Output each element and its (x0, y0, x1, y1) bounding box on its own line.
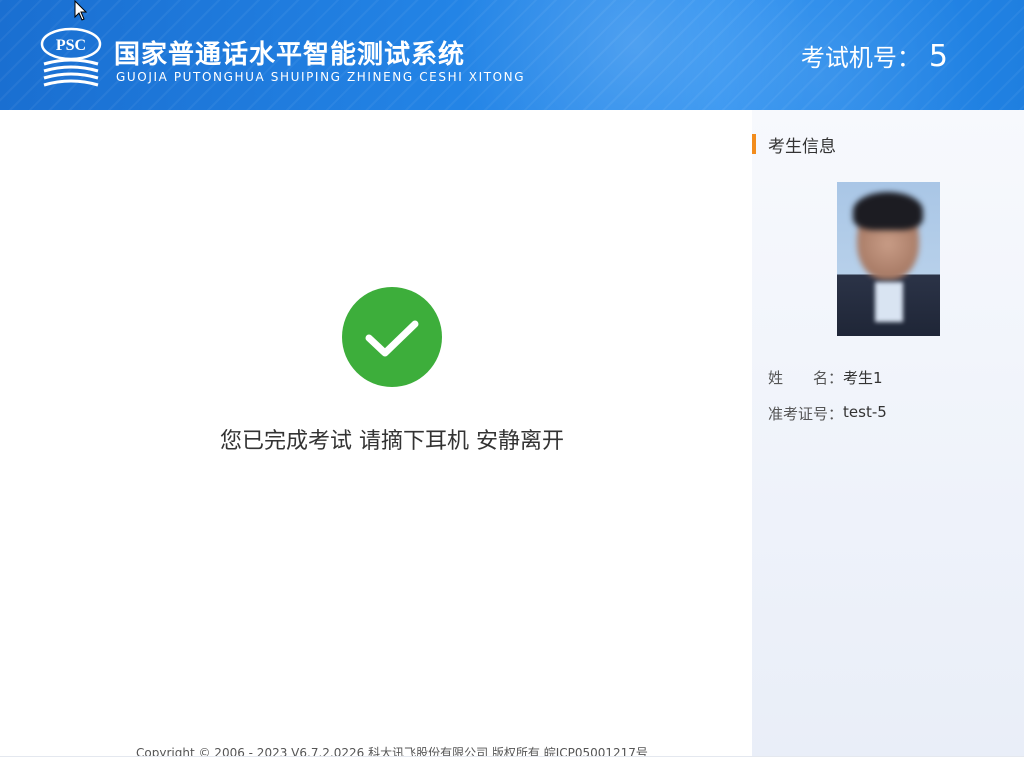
candidate-name-label: 姓 名： (768, 369, 844, 387)
candidate-name-row: 姓 名： 考生1 (768, 367, 883, 388)
success-badge (342, 287, 442, 387)
candidate-id-label: 准考证号： (768, 405, 844, 423)
header-banner: PSC 国家普通话水平智能测试系统 GUOJIA PUTONGHUA SHUIP… (0, 0, 1024, 110)
psc-logo-icon: PSC (40, 27, 102, 87)
window-bottom-edge (0, 756, 1024, 768)
mouse-cursor-icon (74, 0, 88, 21)
photo-hair (853, 192, 923, 230)
candidate-name-value: 考生1 (843, 369, 883, 387)
main-content: 您已完成考试 请摘下耳机 安静离开 Copyright © 2006 - 202… (0, 110, 752, 768)
candidate-info-title: 考生信息 (768, 136, 836, 157)
checkmark-icon (365, 320, 419, 357)
heading-accent-bar (752, 134, 756, 154)
exam-machine-number-value: 5 (928, 39, 948, 74)
photo-collar (875, 282, 903, 322)
logo-text: PSC (56, 37, 86, 54)
system-title: 国家普通话水平智能测试系统 (114, 40, 466, 70)
candidate-photo (837, 182, 940, 336)
exam-machine-number-label: 考试机号： (800, 44, 921, 72)
candidate-info-heading: 考生信息 (752, 133, 836, 157)
candidate-info-panel: 考生信息 姓 名： 考生1 准考证号： test-5 (752, 110, 1024, 756)
candidate-id-row: 准考证号： test-5 (768, 403, 887, 424)
completion-message: 您已完成考试 请摘下耳机 安静离开 (220, 429, 564, 454)
system-title-pinyin: GUOJIA PUTONGHUA SHUIPING ZHINENG CESHI … (116, 70, 526, 84)
exam-machine-number: 考试机号： 5 (801, 38, 948, 74)
candidate-id-value: test-5 (843, 403, 887, 421)
